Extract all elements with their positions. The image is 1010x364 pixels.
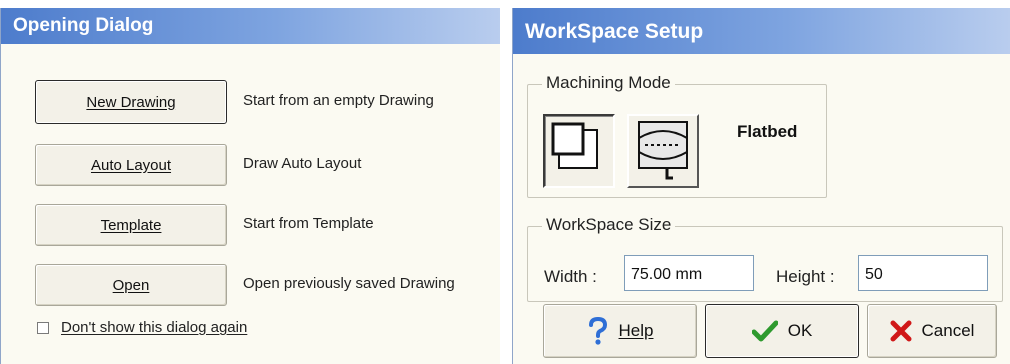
template-description: Start from Template — [243, 215, 374, 232]
dont-show-row[interactable]: Don't show this dialog again — [37, 319, 247, 336]
open-button[interactable]: Open — [35, 264, 227, 306]
help-icon — [588, 317, 607, 345]
auto-layout-button[interactable]: Auto Layout — [35, 144, 227, 186]
cancel-label: Cancel — [921, 321, 975, 340]
machining-mode-label: Machining Mode — [542, 73, 675, 93]
height-label: Height : — [776, 267, 835, 286]
cancel-button[interactable]: Cancel — [867, 304, 997, 358]
auto-layout-label: Auto Layout — [90, 156, 172, 174]
rotary-mode-icon — [638, 121, 688, 180]
ok-button[interactable]: OK — [705, 304, 859, 358]
opening-dialog-title: Opening Dialog — [1, 8, 500, 44]
rotary-mode-button[interactable] — [627, 114, 699, 188]
cancel-x-icon — [890, 320, 912, 342]
new-drawing-description: Start from an empty Drawing — [243, 92, 434, 109]
flatbed-mode-icon — [551, 122, 598, 169]
template-button[interactable]: Template — [35, 204, 227, 246]
workspace-size-label: WorkSpace Size — [542, 215, 676, 235]
opening-dialog: Opening Dialog New Drawing Start from an… — [0, 8, 500, 364]
dont-show-label: Don't show this dialog again — [61, 319, 248, 336]
ok-label: OK — [787, 321, 813, 340]
open-label: Open — [112, 276, 150, 294]
new-drawing-button[interactable]: New Drawing — [35, 80, 227, 124]
height-input[interactable] — [858, 255, 988, 291]
width-input[interactable] — [624, 255, 754, 291]
selected-mode-name: Flatbed — [737, 122, 798, 141]
help-button[interactable]: Help — [543, 304, 697, 358]
width-label: Width : — [544, 267, 597, 286]
dont-show-checkbox[interactable] — [37, 321, 49, 334]
open-description: Open previously saved Drawing — [243, 275, 455, 292]
workspace-setup-title: WorkSpace Setup — [513, 8, 1010, 54]
workspace-size-group: WorkSpace Size Width : Height : — [527, 215, 1003, 302]
new-drawing-label: New Drawing — [86, 93, 176, 111]
template-label: Template — [100, 216, 162, 234]
flatbed-mode-button[interactable] — [543, 114, 615, 188]
workspace-setup-dialog: WorkSpace Setup Machining Mode Flatbed W… — [512, 8, 1010, 364]
auto-layout-description: Draw Auto Layout — [243, 155, 362, 172]
checkmark-icon — [751, 320, 778, 342]
help-label: Help — [618, 321, 654, 340]
